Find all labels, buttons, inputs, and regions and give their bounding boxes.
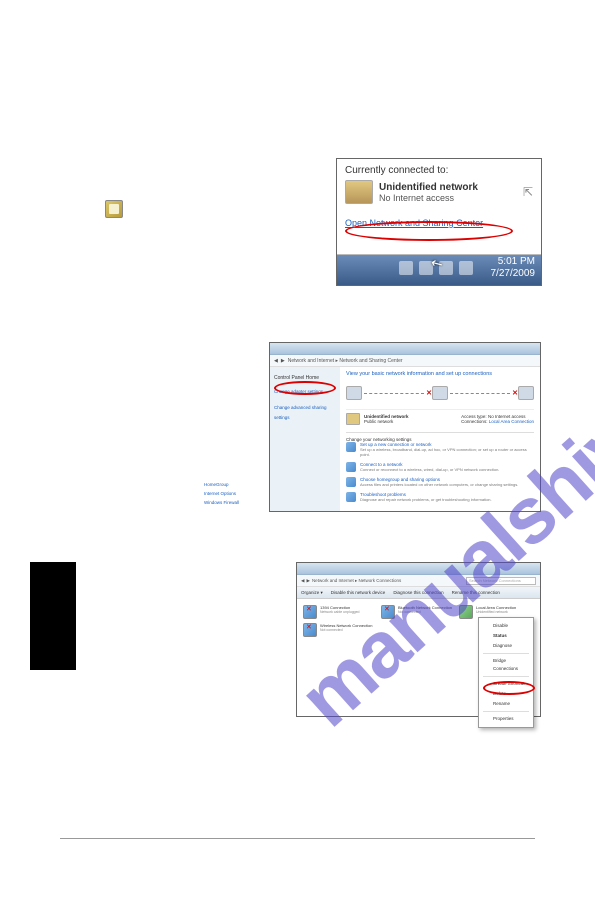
toolbar-item[interactable]: Diagnose this connection	[393, 590, 443, 595]
task-link[interactable]: Troubleshoot problemsDiagnose and repair…	[346, 492, 534, 502]
address-bar: ◀ ▶ Network and Internet ▸ Network Conne…	[297, 575, 540, 587]
menu-item[interactable]: Disable	[479, 621, 533, 631]
network-node-icon	[432, 386, 448, 400]
popup-heading: Currently connected to:	[345, 165, 533, 176]
red-highlight-ellipse	[274, 381, 336, 395]
internet-node-icon	[518, 386, 534, 400]
sidebar-link[interactable]: Change advanced sharing settings	[274, 403, 336, 423]
bench-icon	[346, 413, 360, 425]
network-popup-screenshot: Currently connected to: Unidentified net…	[336, 158, 542, 286]
page-side-tab	[30, 562, 76, 670]
network-connections-screenshot: ◀ ▶ Network and Internet ▸ Network Conne…	[296, 562, 541, 717]
window-titlebar	[270, 343, 540, 355]
menu-item[interactable]: Bridge Connections	[479, 656, 533, 674]
breadcrumb: Network and Internet ▸ Network Connectio…	[312, 578, 401, 584]
task-icon	[346, 442, 356, 452]
adapter-icon	[303, 605, 317, 619]
context-menu: Disable Status Diagnose Bridge Connectio…	[478, 617, 534, 728]
bench-icon	[345, 180, 373, 204]
connection-item[interactable]: Bluetooth Network ConnectionNot connecte…	[381, 605, 453, 619]
back-icon: ◀	[274, 358, 278, 364]
toolbar-item[interactable]: Disable this network device	[331, 590, 386, 595]
menu-item[interactable]: Rename	[479, 699, 533, 709]
task-link[interactable]: Choose homegroup and sharing optionsAcce…	[346, 477, 534, 487]
network-sharing-center-screenshot: ◀ ▶ Network and Internet ▸ Network and S…	[269, 342, 541, 512]
connection-item[interactable]: 1394 ConnectionNetwork cable unplugged	[303, 605, 375, 619]
toolbar: Organize ▾ Disable this network device D…	[297, 587, 540, 599]
red-highlight-ellipse	[483, 681, 535, 695]
toolbar-item[interactable]: Rename this connection	[452, 590, 500, 595]
red-highlight-ellipse	[345, 221, 513, 241]
task-link[interactable]: Connect to a networkConnect or reconnect…	[346, 462, 534, 472]
see-also-link[interactable]: HomeGroup	[204, 480, 239, 489]
search-input[interactable]: Search Network Connections	[466, 577, 536, 585]
toolbar-item[interactable]: Organize ▾	[301, 590, 323, 596]
menu-item-properties[interactable]: Properties	[479, 714, 533, 724]
clock-time: 5:01 PM	[491, 256, 536, 268]
forward-icon: ▶	[306, 578, 309, 584]
main-heading: View your basic network information and …	[346, 371, 534, 377]
tray-icon	[399, 261, 413, 275]
breadcrumb: Network and Internet ▸ Network and Shari…	[288, 358, 403, 364]
connection-item[interactable]: Wireless Network ConnectionNot connected	[303, 623, 375, 637]
network-name: Unidentified network	[379, 182, 478, 193]
active-network-type: Public network	[364, 419, 409, 424]
expand-icon: ⇱	[523, 185, 533, 199]
computer-node-icon	[346, 386, 362, 400]
network-diagram: ✕ ✕	[346, 381, 534, 405]
see-also-link[interactable]: Windows Firewall	[204, 498, 239, 507]
adapter-icon	[459, 605, 473, 619]
tray-icon	[459, 261, 473, 275]
see-also-link[interactable]: Internet Options	[204, 489, 239, 498]
task-icon	[346, 462, 356, 472]
menu-item[interactable]: Diagnose	[479, 641, 533, 651]
adapter-icon	[303, 623, 317, 637]
task-icon	[346, 492, 356, 502]
window-titlebar	[297, 563, 540, 575]
task-icon	[346, 477, 356, 487]
address-bar: ◀ ▶ Network and Internet ▸ Network and S…	[270, 355, 540, 367]
network-status: No Internet access	[379, 193, 478, 203]
footer-divider	[60, 838, 535, 839]
forward-icon: ▶	[281, 358, 285, 364]
back-icon: ◀	[301, 578, 304, 584]
network-tray-icon	[105, 200, 123, 218]
adapter-icon	[381, 605, 395, 619]
task-link[interactable]: Set up a new connection or networkSet up…	[346, 442, 534, 457]
menu-item[interactable]: Status	[479, 631, 533, 641]
clock-date: 7/27/2009	[491, 268, 536, 280]
